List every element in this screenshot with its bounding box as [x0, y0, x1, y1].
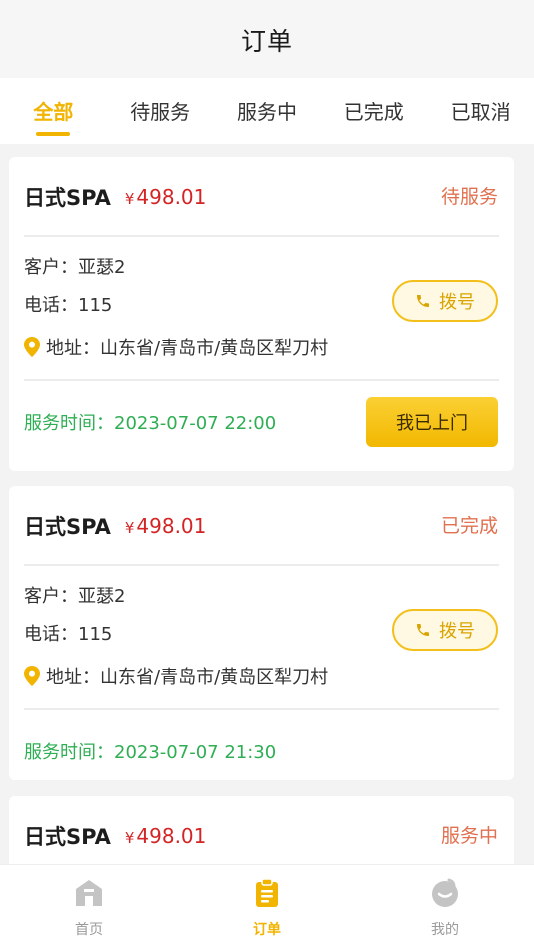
- price-value: 498.01: [136, 514, 207, 538]
- service-time: 服务时间：2023-07-07 21:30: [24, 742, 277, 763]
- service-name: 日式SPA: [24, 515, 111, 539]
- phone-icon: [417, 295, 429, 307]
- dial-label: 拨号: [439, 292, 475, 313]
- location-pin-icon: [24, 337, 40, 357]
- tab-completed[interactable]: 已完成: [320, 78, 427, 125]
- customer-address: 地址：山东省/青岛市/黄岛区犁刀村: [24, 663, 328, 689]
- customer-name: 客户：亚瑟2: [24, 257, 126, 278]
- tab-label: 已完成: [343, 100, 404, 124]
- dial-button[interactable]: 拨号: [392, 609, 498, 651]
- order-price: ¥498.01: [125, 514, 207, 538]
- price-value: 498.01: [136, 824, 207, 848]
- tab-label: 服务中: [236, 100, 297, 124]
- order-card[interactable]: 日式SPA ¥498.01 待服务 客户：亚瑟2 电话：115 地址：山东省/青…: [9, 157, 514, 471]
- phone-icon: [417, 624, 429, 636]
- currency-symbol: ¥: [124, 519, 135, 537]
- divider: [24, 235, 499, 237]
- header: 订单: [0, 0, 534, 78]
- divider: [24, 379, 499, 381]
- order-status: 服务中: [440, 825, 498, 847]
- order-price: ¥498.01: [125, 824, 207, 848]
- nav-profile[interactable]: 我的: [356, 865, 534, 950]
- tab-active-indicator: [36, 132, 71, 136]
- nav-home[interactable]: 首页: [0, 865, 178, 950]
- divider: [24, 708, 499, 710]
- nav-home-label: 首页: [75, 922, 103, 938]
- order-card[interactable]: 日式SPA ¥498.01 已完成 客户：亚瑟2 电话：115 地址：山东省/青…: [9, 486, 514, 780]
- tab-all[interactable]: 全部: [0, 78, 107, 136]
- order-price: ¥498.01: [125, 185, 207, 209]
- address-text: 地址：山东省/青岛市/黄岛区犁刀村: [46, 667, 329, 688]
- customer-address: 地址：山东省/青岛市/黄岛区犁刀村: [24, 334, 328, 360]
- tab-label: 已取消: [450, 100, 511, 124]
- order-list: 日式SPA ¥498.01 待服务 客户：亚瑟2 电话：115 地址：山东省/青…: [0, 144, 534, 864]
- order-tabs: 全部 待服务 服务中 已完成 已取消: [0, 78, 534, 144]
- dial-button[interactable]: 拨号: [392, 280, 498, 322]
- divider: [24, 564, 499, 566]
- tab-in-service[interactable]: 服务中: [214, 78, 321, 125]
- location-pin-icon: [24, 666, 40, 686]
- customer-name: 客户：亚瑟2: [24, 586, 126, 607]
- order-card[interactable]: 日式SPA ¥498.01 服务中: [9, 796, 514, 864]
- tab-label: 全部: [33, 100, 74, 124]
- order-card-header: 日式SPA ¥498.01 已完成: [9, 486, 514, 566]
- service-name: 日式SPA: [24, 186, 111, 210]
- app-root: 订单 全部 待服务 服务中 已完成 已取消 日式SPA ¥498.01 待服务: [0, 0, 534, 950]
- dial-label: 拨号: [439, 621, 475, 642]
- tab-cancelled[interactable]: 已取消: [427, 78, 534, 125]
- page-title: 订单: [240, 27, 293, 56]
- currency-symbol: ¥: [124, 829, 135, 847]
- arrived-button[interactable]: 我已上门: [366, 397, 498, 447]
- currency-symbol: ¥: [124, 190, 135, 208]
- order-status: 已完成: [440, 515, 498, 537]
- order-icon: [256, 878, 278, 907]
- nav-orders-label: 订单: [253, 922, 281, 938]
- nav-orders[interactable]: 订单: [178, 865, 356, 950]
- order-card-header: 日式SPA ¥498.01 服务中: [9, 796, 514, 864]
- profile-icon: [432, 878, 458, 907]
- service-time: 服务时间：2023-07-07 22:00: [24, 413, 277, 434]
- customer-phone: 电话：115: [24, 295, 113, 316]
- tab-pending[interactable]: 待服务: [107, 78, 214, 125]
- bottom-nav: 首页 订单 我的: [0, 864, 534, 950]
- nav-profile-label: 我的: [431, 922, 459, 938]
- address-text: 地址：山东省/青岛市/黄岛区犁刀村: [46, 338, 329, 359]
- price-value: 498.01: [136, 185, 207, 209]
- home-icon: [76, 880, 102, 906]
- order-status: 待服务: [440, 186, 498, 208]
- order-card-header: 日式SPA ¥498.01 待服务: [9, 157, 514, 237]
- service-name: 日式SPA: [24, 825, 111, 849]
- tab-label: 待服务: [130, 100, 191, 124]
- customer-phone: 电话：115: [24, 624, 113, 645]
